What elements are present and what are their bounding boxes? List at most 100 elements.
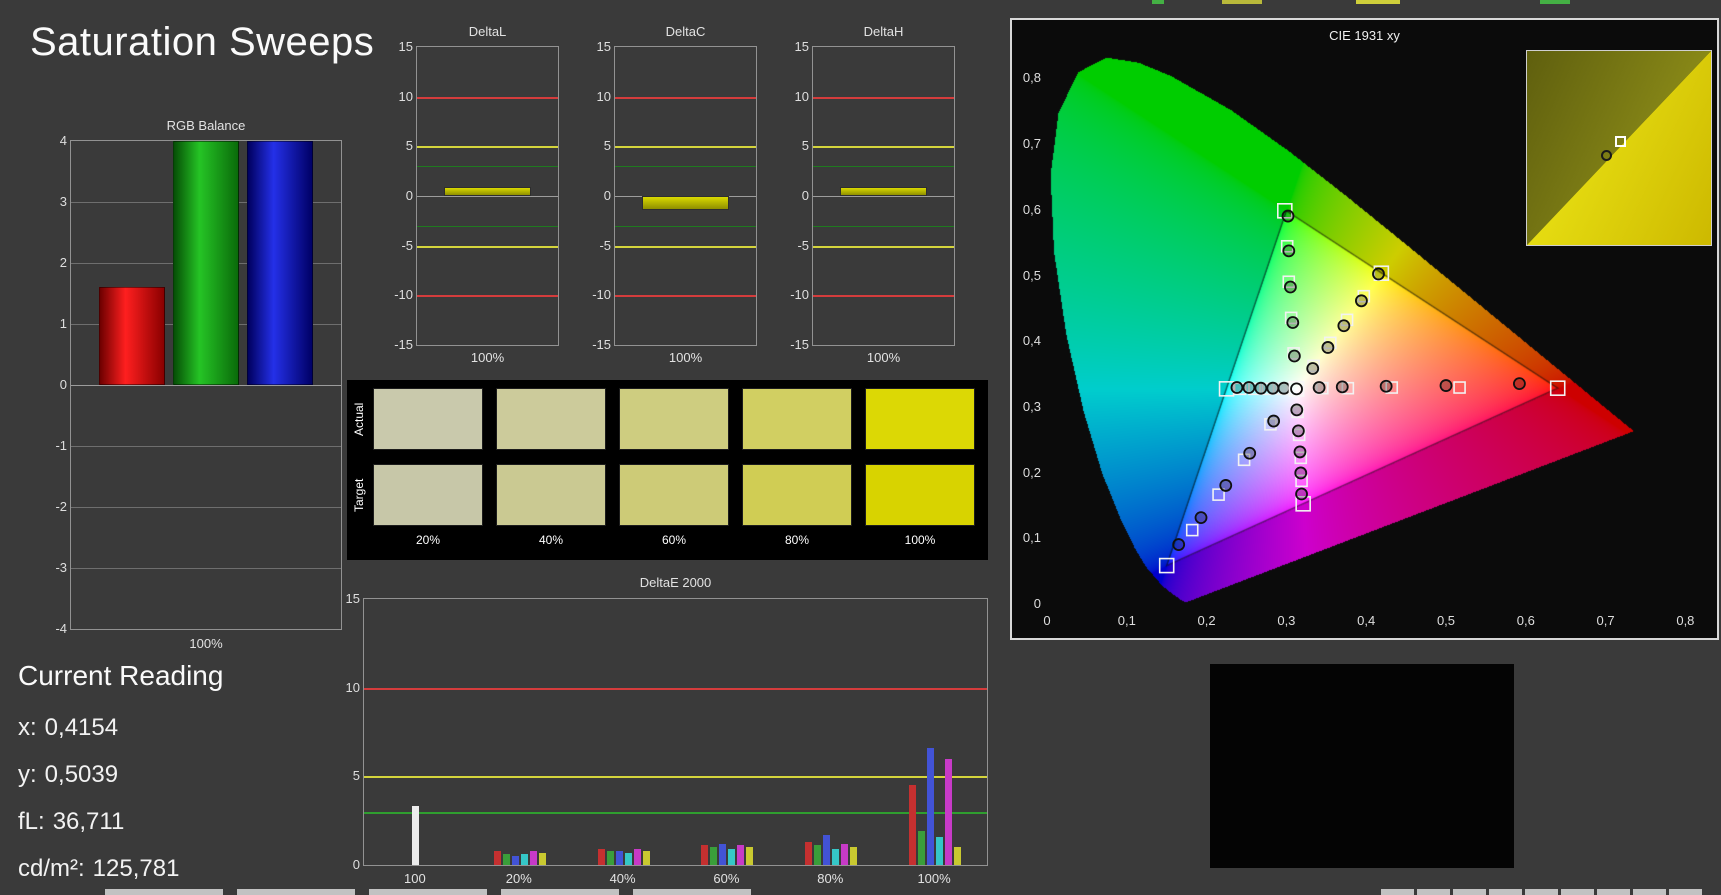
rgb-ytick-label: 1 — [59, 316, 67, 331]
cie-measured-green — [1282, 244, 1296, 258]
current-reading-cdm2: cd/m²: 125,781 — [18, 855, 223, 883]
taskbar-tab[interactable] — [1381, 889, 1414, 895]
delta-ytick-label: 5 — [603, 138, 611, 154]
delta-ytick-label: 0 — [603, 188, 611, 203]
taskbar-tab[interactable] — [633, 889, 751, 895]
delta-ytick-label: -5 — [599, 237, 611, 253]
cie-measured-green — [1286, 316, 1300, 329]
cie-ytick-label: 0,3 — [1022, 398, 1041, 414]
delta-ytick-label: -10 — [790, 287, 809, 303]
cie-ytick-label: 0,4 — [1022, 333, 1041, 349]
deltae-ytick-label: 5 — [352, 768, 360, 784]
threshold-line — [813, 245, 954, 248]
swatch-target — [496, 464, 606, 526]
delta-l-xlabel: 100% — [470, 350, 505, 365]
taskbar-tab[interactable] — [1669, 889, 1702, 895]
delta-ytick-label: 10 — [398, 88, 413, 104]
swatch-target — [742, 464, 852, 526]
taskbar-tab[interactable] — [1561, 889, 1594, 895]
deltae-bar-magenta — [945, 758, 953, 865]
threshold-line — [417, 295, 558, 298]
rgb-ytick-label: 2 — [59, 255, 67, 270]
cie-xtick-label: 0,6 — [1516, 613, 1535, 628]
deltae-bar-cyan — [520, 854, 528, 865]
deltae-bar-magenta — [737, 845, 745, 865]
taskbar-tab[interactable] — [1525, 889, 1558, 895]
threshold-line — [364, 687, 987, 690]
delta-ytick-label: 5 — [801, 138, 809, 154]
threshold-line — [615, 146, 756, 149]
blank-video-panel — [1210, 664, 1514, 868]
rgb-ytick-label: 4 — [59, 133, 67, 148]
delta-ytick-label: -10 — [592, 287, 611, 303]
deltae-bar-yellow — [642, 850, 650, 865]
threshold-line — [417, 225, 558, 227]
delta-ytick-label: -5 — [797, 237, 809, 253]
delta-ytick-label: 10 — [596, 88, 611, 104]
deltae-xaxis-labels: 100 20% 40% 60% 80% 100% — [363, 871, 988, 889]
delta-h-xlabel: 100% — [866, 350, 901, 365]
threshold-line — [813, 166, 954, 168]
inset-measured-marker — [1600, 149, 1612, 161]
window-chrome-fragment — [1222, 0, 1262, 4]
threshold-line — [813, 295, 954, 298]
deltae-bar-red — [909, 785, 917, 865]
deltae-bar-yellow — [538, 852, 546, 865]
swatch-actual — [742, 388, 852, 450]
reading-x-value: 0,4154 — [44, 714, 119, 741]
cie-measured-yellow — [1306, 362, 1320, 375]
cie-measured-red — [1513, 377, 1526, 390]
rgb-ytick-label: 0 — [59, 377, 67, 392]
delta-ytick-label: 0 — [801, 188, 809, 203]
delta-c-plot: 15 10 5 0 -5 -10 -15 — [592, 39, 757, 352]
threshold-line — [813, 146, 954, 149]
taskbar-tab[interactable] — [1453, 889, 1486, 895]
rgb-bar-green — [173, 141, 239, 385]
taskbar-tab[interactable] — [369, 889, 487, 895]
deltae-bar-red — [701, 845, 709, 865]
taskbar-tab[interactable] — [501, 889, 619, 895]
taskbar-tab[interactable] — [1597, 889, 1630, 895]
cie-measured-blue — [1267, 414, 1281, 428]
deltae-bar-green — [710, 847, 718, 865]
rgb-balance-title: RGB Balance — [166, 118, 246, 133]
deltae-xtick-label: 60% — [713, 871, 740, 886]
threshold-line — [615, 245, 756, 248]
deltae-ytick-label: 15 — [345, 591, 360, 606]
current-reading-section: Current Reading x: 0,4154 y: 0,5039 fL: 36,… — [18, 660, 223, 895]
cie-target-blue — [1158, 557, 1175, 574]
delta-bar — [443, 187, 532, 196]
cie-xtick-label: 0,3 — [1277, 613, 1296, 628]
taskbar-tab[interactable] — [1489, 889, 1522, 895]
cie-measured-magenta — [1295, 487, 1308, 501]
cie-measured-yellow — [1321, 341, 1335, 354]
deltae-bar-cyan — [624, 852, 632, 865]
threshold-line — [615, 166, 756, 168]
cie-ytick-label: 0,7 — [1022, 136, 1041, 152]
taskbar-tab[interactable] — [1417, 889, 1450, 895]
deltae-bar-cyan — [936, 836, 944, 865]
delta-l-plot: 15 10 5 0 -5 -10 -15 — [394, 39, 559, 352]
window-chrome-fragment — [1540, 0, 1570, 4]
cie-ytick-label: 0 — [1033, 596, 1041, 611]
deltae-bar-magenta — [633, 849, 641, 865]
cie-measured-yellow — [1355, 294, 1368, 308]
deltae-xtick-label: 40% — [609, 871, 636, 886]
current-reading-x: x: 0,4154 — [18, 714, 223, 742]
threshold-line — [813, 96, 954, 99]
taskbar-tab[interactable] — [237, 889, 355, 895]
cie-xtick-label: 0,1 — [1117, 613, 1136, 628]
swatch-percent-label: 40% — [538, 533, 564, 547]
rgb-ytick-label: -1 — [55, 438, 67, 453]
taskbar-tab[interactable] — [1633, 889, 1666, 895]
deltae-bar-magenta — [841, 843, 849, 865]
taskbar-tab[interactable] — [105, 889, 223, 895]
delta-ytick-label: 0 — [405, 188, 413, 203]
swatch-target — [373, 464, 483, 526]
current-reading-fl: fL: 36,711 — [18, 808, 223, 836]
threshold-line — [615, 96, 756, 99]
delta-gridline — [417, 196, 558, 197]
deltae-plot: 15 10 5 0 — [346, 591, 988, 872]
swatch-actual — [619, 388, 729, 450]
cie-measured-red — [1439, 379, 1453, 392]
